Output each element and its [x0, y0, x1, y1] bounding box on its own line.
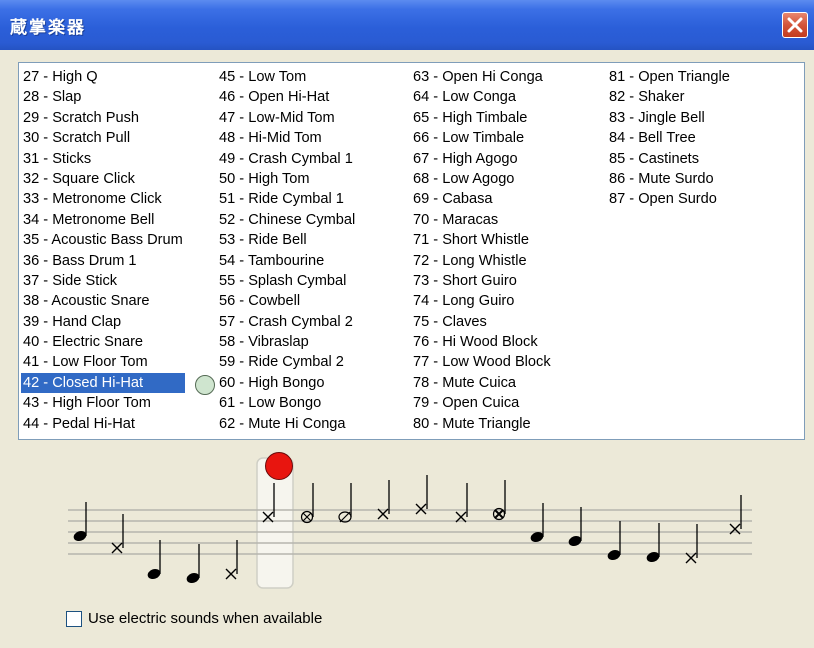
- instrument-item[interactable]: 84 - Bell Tree: [607, 128, 732, 148]
- instrument-item[interactable]: 41 - Low Floor Tom: [21, 352, 185, 372]
- instrument-column-3: 63 - Open Hi Conga 64 - Low Conga 65 - Hig…: [411, 67, 553, 434]
- instrument-item[interactable]: 63 - Open Hi Conga: [411, 67, 553, 87]
- window-title: 蔵掌楽器: [10, 18, 86, 38]
- instrument-item[interactable]: 82 - Shaker: [607, 87, 732, 107]
- instrument-item[interactable]: 56 - Cowbell: [217, 291, 357, 311]
- drum-staff[interactable]: [0, 440, 814, 600]
- instrument-item[interactable]: 48 - Hi-Mid Tom: [217, 128, 357, 148]
- instrument-item[interactable]: 76 - Hi Wood Block: [411, 332, 553, 352]
- staff-note[interactable]: [338, 483, 352, 523]
- instrument-item[interactable]: 57 - Crash Cymbal 2: [217, 312, 357, 332]
- instrument-item[interactable]: 69 - Cabasa: [411, 189, 553, 209]
- instrument-item[interactable]: 80 - Mute Triangle: [411, 414, 553, 434]
- instrument-item[interactable]: 74 - Long Guiro: [411, 291, 553, 311]
- instrument-item[interactable]: 73 - Short Guiro: [411, 271, 553, 291]
- instrument-item[interactable]: 50 - High Tom: [217, 169, 357, 189]
- instrument-item[interactable]: 33 - Metronome Click: [21, 189, 185, 209]
- instrument-item[interactable]: 36 - Bass Drum 1: [21, 251, 185, 271]
- staff-note[interactable]: [72, 502, 87, 543]
- instrument-item[interactable]: 39 - Hand Clap: [21, 312, 185, 332]
- instrument-item[interactable]: 31 - Sticks: [21, 149, 185, 169]
- instrument-item[interactable]: 79 - Open Cuica: [411, 393, 553, 413]
- close-button[interactable]: [782, 12, 808, 38]
- instrument-item[interactable]: 87 - Open Surdo: [607, 189, 732, 209]
- staff-note[interactable]: [455, 483, 468, 523]
- instrument-item[interactable]: 58 - Vibraslap: [217, 332, 357, 352]
- instrument-item[interactable]: 85 - Castinets: [607, 149, 732, 169]
- instrument-item[interactable]: 55 - Splash Cymbal: [217, 271, 357, 291]
- instrument-item[interactable]: 65 - High Timbale: [411, 108, 553, 128]
- staff-note[interactable]: [111, 514, 124, 554]
- staff-note[interactable]: [567, 507, 582, 548]
- instrument-item[interactable]: 29 - Scratch Push: [21, 108, 185, 128]
- staff-note[interactable]: [606, 521, 621, 562]
- staff-note[interactable]: [225, 540, 238, 580]
- electric-sounds-option[interactable]: Use electric sounds when available: [66, 610, 322, 627]
- instrument-item[interactable]: 37 - Side Stick: [21, 271, 185, 291]
- instrument-item[interactable]: 71 - Short Whistle: [411, 230, 553, 250]
- instrument-item[interactable]: 35 - Acoustic Bass Drum: [21, 230, 185, 250]
- electric-sounds-label: Use electric sounds when available: [88, 610, 323, 627]
- instrument-dialog: 蔵掌楽器 27 - High Q 28 - Slap 29 - Scratch Pu…: [0, 0, 814, 648]
- instrument-item[interactable]: 66 - Low Timbale: [411, 128, 553, 148]
- instrument-item[interactable]: 61 - Low Bongo: [217, 393, 357, 413]
- instrument-item[interactable]: 81 - Open Triangle: [607, 67, 732, 87]
- instrument-column-2: 45 - Low Tom 46 - Open Hi-Hat 47 - Low-Mid…: [217, 67, 357, 434]
- staff-note[interactable]: [146, 540, 161, 581]
- instrument-list[interactable]: 27 - High Q 28 - Slap 29 - Scratch Push 30 …: [18, 62, 805, 440]
- instrument-item[interactable]: 60 - High Bongo: [217, 373, 357, 393]
- instrument-item[interactable]: 38 - Acoustic Snare: [21, 291, 185, 311]
- instrument-item[interactable]: 45 - Low Tom: [217, 67, 357, 87]
- instrument-item[interactable]: 47 - Low-Mid Tom: [217, 108, 357, 128]
- instrument-item[interactable]: 53 - Ride Bell: [217, 230, 357, 250]
- instrument-item[interactable]: 86 - Mute Surdo: [607, 169, 732, 189]
- electric-sounds-checkbox[interactable]: [66, 610, 82, 627]
- instrument-item[interactable]: 34 - Metronome Bell: [21, 210, 185, 230]
- instrument-item[interactable]: 40 - Electric Snare: [21, 332, 185, 352]
- instrument-item[interactable]: 27 - High Q: [21, 67, 185, 87]
- instrument-item[interactable]: 42 - Closed Hi-Hat: [21, 372, 185, 394]
- title-bar[interactable]: 蔵掌楽器: [0, 0, 814, 50]
- instrument-column-4: 81 - Open Triangle 82 - Shaker 83 - Jingle…: [607, 67, 732, 210]
- instrument-item[interactable]: 43 - High Floor Tom: [21, 393, 185, 413]
- cursor-indicator: [195, 375, 215, 395]
- record-indicator-icon: [265, 452, 293, 480]
- instrument-item[interactable]: 67 - High Agogo: [411, 149, 553, 169]
- instrument-column-1: 27 - High Q 28 - Slap 29 - Scratch Push 30 …: [21, 67, 185, 434]
- instrument-item[interactable]: 78 - Mute Cuica: [411, 373, 553, 393]
- instrument-item[interactable]: 46 - Open Hi-Hat: [217, 87, 357, 107]
- staff-note[interactable]: [300, 483, 314, 524]
- instrument-item[interactable]: 51 - Ride Cymbal 1: [217, 189, 357, 209]
- instrument-item[interactable]: 32 - Square Click: [21, 169, 185, 189]
- staff-note[interactable]: [377, 480, 390, 520]
- instrument-item[interactable]: 30 - Scratch Pull: [21, 128, 185, 148]
- staff-note[interactable]: [415, 475, 428, 515]
- instrument-item[interactable]: 83 - Jingle Bell: [607, 108, 732, 128]
- staff-note[interactable]: [492, 480, 506, 521]
- instrument-item[interactable]: 77 - Low Wood Block: [411, 352, 553, 372]
- instrument-item[interactable]: 68 - Low Agogo: [411, 169, 553, 189]
- instrument-item[interactable]: 72 - Long Whistle: [411, 251, 553, 271]
- staff-note[interactable]: [185, 544, 200, 585]
- staff-note[interactable]: [529, 503, 544, 544]
- instrument-item[interactable]: 70 - Maracas: [411, 210, 553, 230]
- instrument-item[interactable]: 54 - Tambourine: [217, 251, 357, 271]
- instrument-item[interactable]: 28 - Slap: [21, 87, 185, 107]
- instrument-item[interactable]: 44 - Pedal Hi-Hat: [21, 414, 185, 434]
- instrument-item[interactable]: 49 - Crash Cymbal 1: [217, 149, 357, 169]
- instrument-item[interactable]: 52 - Chinese Cymbal: [217, 210, 357, 230]
- instrument-item[interactable]: 62 - Mute Hi Conga: [217, 414, 357, 434]
- staff-note[interactable]: [729, 495, 742, 535]
- instrument-item[interactable]: 64 - Low Conga: [411, 87, 553, 107]
- instrument-item[interactable]: 59 - Ride Cymbal 2: [217, 352, 357, 372]
- instrument-item[interactable]: 75 - Claves: [411, 312, 553, 332]
